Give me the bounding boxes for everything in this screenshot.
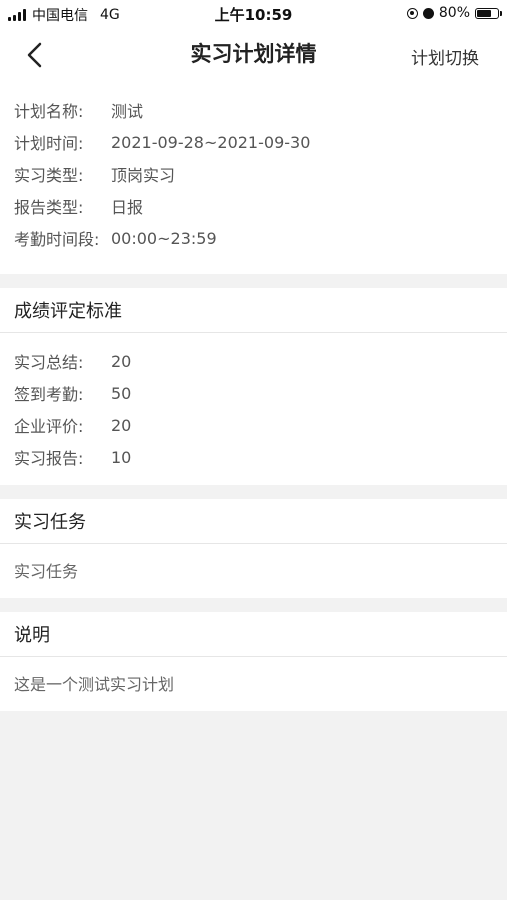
grading-label: 签到考勤: (14, 385, 84, 404)
grading-row: 企业评价: 20 (14, 409, 493, 441)
status-bar: 中国电信 4G 上午10:59 80% (0, 0, 507, 28)
description-content: 这是一个测试实习计划 (14, 675, 175, 694)
screen: 中国电信 4G 上午10:59 80% 实习计划详情 计划切换 计划名称: 测试计… (0, 0, 507, 900)
grading-card: 成绩评定标准 实习总结: 20 签到考勤: 50 企业评价: 20 实习报告: 10 (0, 288, 507, 485)
grading-label: 实习总结: (14, 353, 84, 372)
plan-info-value: 00:00~23:59 (111, 228, 217, 248)
alarm-icon (422, 7, 434, 19)
plan-info-row: 实习类型: 顶岗实习 (14, 158, 493, 190)
plan-switch-button[interactable]: 计划切换 (411, 44, 479, 69)
grading-row: 实习报告: 10 (14, 441, 493, 473)
battery-icon (475, 7, 502, 19)
plan-info-row: 报告类型: 日报 (14, 190, 493, 222)
grading-value: 10 (111, 447, 132, 467)
description-title: 说明 (0, 612, 507, 657)
grading-row: 实习总结: 20 (14, 345, 493, 377)
task-title: 实习任务 (0, 499, 507, 544)
location-lock-icon (406, 7, 418, 19)
plan-info-row: 计划名称: 测试 (14, 94, 493, 126)
plan-info-value: 日报 (111, 198, 144, 217)
grading-list: 实习总结: 20 签到考勤: 50 企业评价: 20 实习报告: 10 (0, 333, 507, 485)
plan-info-row: 计划时间: 2021-09-28~2021-09-30 (14, 126, 493, 158)
plan-info-label: 计划时间: (14, 134, 84, 153)
grading-row: 签到考勤: 50 (14, 377, 493, 409)
task-card: 实习任务 实习任务 (0, 499, 507, 598)
plan-info-label: 实习类型: (14, 166, 84, 185)
plan-info-row: 考勤时间段: 00:00~23:59 (14, 222, 493, 254)
plan-info-value: 顶岗实习 (111, 166, 176, 185)
grading-value: 20 (111, 351, 132, 371)
grading-value: 20 (111, 415, 132, 435)
battery-percent: 80% (438, 5, 470, 21)
plan-info-label: 计划名称: (14, 102, 84, 121)
plan-info-value: 测试 (111, 102, 144, 121)
description-card: 说明 这是一个测试实习计划 (0, 612, 507, 711)
nav-bar: 实习计划详情 计划切换 (0, 28, 507, 80)
grading-label: 实习报告: (14, 449, 84, 468)
status-right: 80% (406, 5, 502, 21)
grading-value: 50 (111, 383, 132, 403)
task-content: 实习任务 (14, 562, 79, 581)
battery-fill (477, 9, 492, 17)
plan-info-label: 报告类型: (14, 198, 84, 217)
plan-info-section: 计划名称: 测试计划时间: 2021-09-28~2021-09-30 实习类型: 顶岗… (0, 80, 507, 274)
plan-info-value: 2021-09-28~2021-09-30 (111, 132, 311, 152)
grading-title: 成绩评定标准 (0, 288, 507, 333)
grading-label: 企业评价: (14, 417, 84, 436)
plan-info-label: 考勤时间段: (14, 230, 100, 249)
